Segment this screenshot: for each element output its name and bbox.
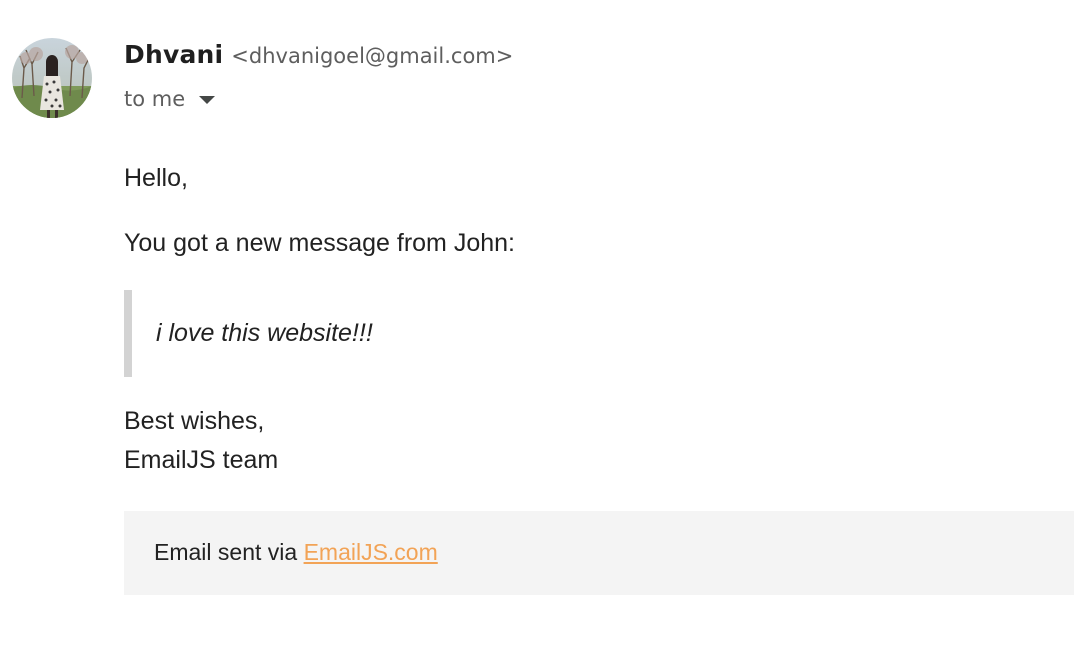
sender-avatar[interactable] — [12, 38, 92, 118]
profile-photo-image — [12, 38, 92, 118]
message-quote-text: i love this website!!! — [156, 319, 373, 347]
footer-prefix: Email sent via — [154, 539, 304, 565]
footer-text: Email sent via EmailJS.com — [154, 539, 438, 566]
message-quote-block: i love this website!!! — [124, 290, 624, 377]
message-greeting: Hello, — [124, 164, 188, 192]
sender-email: <dhvanigoel@gmail.com> — [231, 44, 514, 68]
recipient-label: to me — [124, 87, 186, 111]
message-closing: Best wishes, — [124, 407, 265, 435]
email-footer: Email sent via EmailJS.com — [124, 511, 1074, 595]
recipient-details-toggle[interactable]: to me — [124, 84, 216, 114]
sender-name[interactable]: Dhvani — [124, 40, 223, 69]
caret-down-icon[interactable] — [199, 96, 216, 104]
emailjs-link[interactable]: EmailJS.com — [304, 539, 438, 565]
message-signature: EmailJS team — [124, 446, 279, 474]
message-intro: You got a new message from John: — [124, 229, 515, 257]
sender-header: Dhvani <dhvanigoel@gmail.com> — [124, 40, 513, 74]
